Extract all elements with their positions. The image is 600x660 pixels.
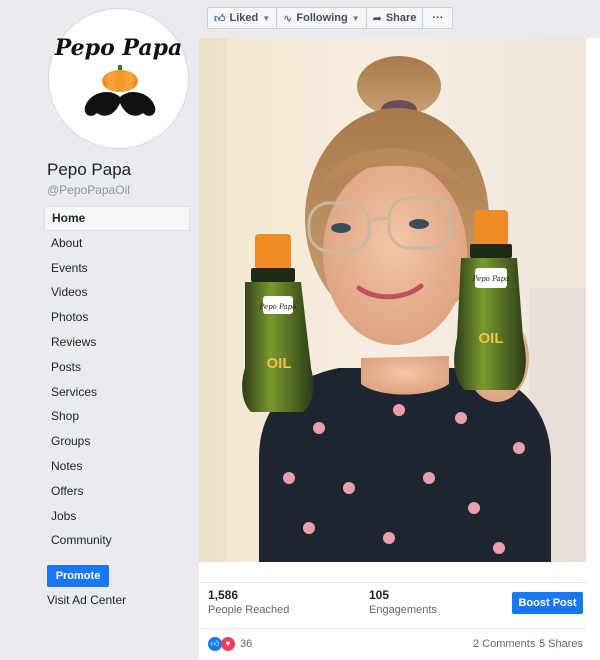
- shares-link[interactable]: 5 Shares: [539, 638, 583, 650]
- sidebar-item-jobs[interactable]: Jobs: [44, 504, 190, 529]
- page-title[interactable]: Pepo Papa: [47, 160, 131, 180]
- bottle-text-right: OIL: [479, 330, 504, 347]
- visit-ad-center-link[interactable]: Visit Ad Center: [47, 593, 126, 607]
- more-options-button[interactable]: ···: [422, 7, 454, 29]
- sidebar-item-photos[interactable]: Photos: [44, 305, 190, 330]
- page-action-bar: 👍︎ Liked ▼ ∿ Following ▼ ➦ Share ···: [207, 7, 454, 29]
- love-reaction-icon[interactable]: ♥: [221, 637, 235, 651]
- comments-link[interactable]: 2 Comments: [473, 638, 535, 650]
- share-label: Share: [385, 12, 417, 24]
- sidebar-item-events[interactable]: Events: [44, 256, 190, 281]
- engagements-label: Engagements: [369, 604, 437, 616]
- boost-post-button[interactable]: Boost Post: [512, 592, 583, 614]
- page-sidebar: Pepo Papa + Pepo Papa @PepoPapaOil Home …: [0, 0, 231, 660]
- post-photo[interactable]: Pepo Papa OIL Pepo Papa OIL: [199, 38, 600, 562]
- page-nav: Home About Events Videos Photos Reviews …: [44, 206, 190, 553]
- sidebar-item-home[interactable]: Home: [44, 206, 190, 231]
- sidebar-item-videos[interactable]: Videos: [44, 280, 190, 305]
- bottle-text-left: OIL: [267, 355, 292, 372]
- sidebar-item-reviews[interactable]: Reviews: [44, 330, 190, 355]
- share-arrow-icon: ➦: [372, 12, 382, 25]
- rss-icon: ∿: [283, 12, 293, 25]
- following-button[interactable]: ∿ Following ▼: [276, 7, 367, 29]
- reactions-bar: 👍︎ ♥ 36 2 Comments 5 Shares: [199, 628, 600, 658]
- share-button[interactable]: ➦ Share: [365, 7, 424, 29]
- more-icon: ···: [432, 12, 444, 24]
- people-reached-count: 1,586: [208, 588, 239, 602]
- sidebar-item-groups[interactable]: Groups: [44, 429, 190, 454]
- people-reached-label: People Reached: [208, 604, 290, 616]
- sidebar-item-posts[interactable]: Posts: [44, 355, 190, 380]
- profile-picture[interactable]: Pepo Papa +: [48, 8, 231, 151]
- liked-label: Liked: [229, 12, 259, 24]
- sidebar-item-offers[interactable]: Offers: [44, 479, 190, 504]
- reaction-count[interactable]: 36: [240, 638, 252, 650]
- sidebar-item-services[interactable]: Services: [44, 380, 190, 405]
- engagements-count: 105: [369, 588, 390, 602]
- chevron-down-icon: ▼: [351, 13, 360, 23]
- sidebar-item-community[interactable]: Community: [44, 528, 190, 553]
- chevron-down-icon: ▼: [262, 13, 271, 23]
- following-label: Following: [296, 12, 348, 24]
- bottle-label-right: Pepo Papa: [472, 275, 510, 283]
- bottle-label-left: Pepo Papa: [259, 303, 297, 311]
- post-card: Pepo Papa OIL Pepo Papa OIL 1,586 People…: [199, 38, 600, 660]
- sidebar-item-notes[interactable]: Notes: [44, 454, 190, 479]
- thumbs-up-icon: 👍︎: [214, 12, 226, 25]
- liked-button[interactable]: 👍︎ Liked ▼: [207, 7, 278, 29]
- page-handle[interactable]: @PepoPapaOil: [47, 183, 130, 197]
- sidebar-item-shop[interactable]: Shop: [44, 404, 190, 429]
- right-gutter: [586, 38, 600, 660]
- like-reaction-icon[interactable]: 👍︎: [208, 637, 222, 651]
- sidebar-item-about[interactable]: About: [44, 231, 190, 256]
- promote-button[interactable]: Promote: [47, 565, 109, 587]
- mustache-icon: [84, 92, 156, 116]
- logo-text: Pepo Papa: [54, 35, 183, 61]
- post-photo-image: Pepo Papa OIL Pepo Papa OIL: [199, 38, 600, 562]
